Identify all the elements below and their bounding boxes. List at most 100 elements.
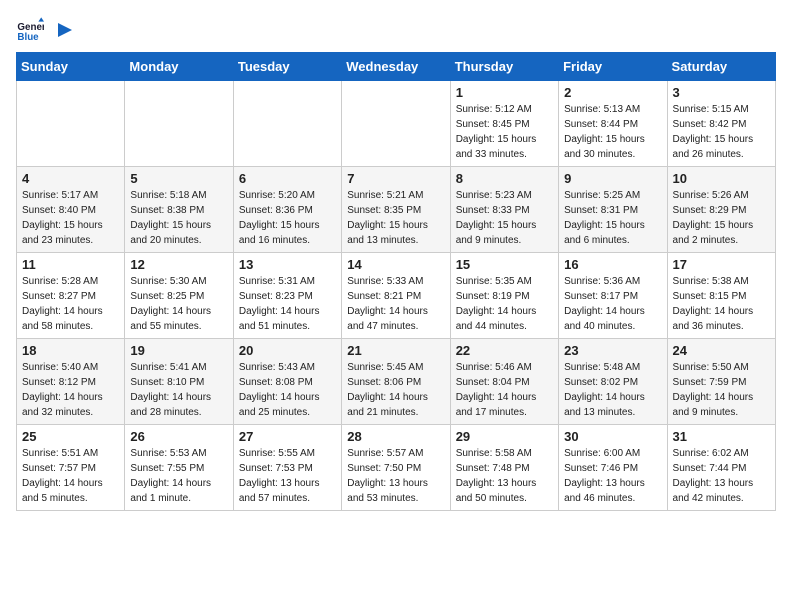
calendar-week-row: 18Sunrise: 5:40 AM Sunset: 8:12 PM Dayli…: [17, 339, 776, 425]
calendar-cell: 30 Sunrise: 6:00 AM Sunset: 7:46 PM Dayli…: [559, 425, 667, 511]
calendar-cell: 4 Sunrise: 5:17 AM Sunset: 8:40 PM Daylig…: [17, 167, 125, 253]
day-number: 9: [564, 171, 661, 186]
calendar-table: SundayMondayTuesdayWednesdayThursdayFrid…: [16, 52, 776, 511]
weekday-header: Monday: [125, 53, 233, 81]
day-number: 27: [239, 429, 336, 444]
day-info: Sunrise: 5:28 AM Sunset: 8:27 PM Dayligh…: [22, 274, 119, 334]
day-info: Sunrise: 5:46 AM Sunset: 8:04 PM Dayligh…: [456, 360, 553, 420]
calendar-week-row: 25 Sunrise: 5:51 AM Sunset: 7:57 PM Dayli…: [17, 425, 776, 511]
day-number: 2: [564, 85, 661, 100]
day-info: Sunrise: 5:30 AM Sunset: 8:25 PM Dayligh…: [130, 274, 227, 334]
day-number: 31: [673, 429, 770, 444]
day-number: 30: [564, 429, 661, 444]
day-info: Sunrise: 5:23 AM Sunset: 8:33 PM Dayligh…: [456, 188, 553, 248]
calendar-cell: 9 Sunrise: 5:25 AM Sunset: 8:31 PM Daylig…: [559, 167, 667, 253]
calendar-week-row: 11 Sunrise: 5:28 AM Sunset: 8:27 PM Dayli…: [17, 253, 776, 339]
weekday-header: Thursday: [450, 53, 558, 81]
day-info: Sunrise: 5:38 AM Sunset: 8:15 PM Dayligh…: [673, 274, 770, 334]
calendar-header-row: SundayMondayTuesdayWednesdayThursdayFrid…: [17, 53, 776, 81]
calendar-cell: 11 Sunrise: 5:28 AM Sunset: 8:27 PM Dayli…: [17, 253, 125, 339]
day-info: Sunrise: 5:12 AM Sunset: 8:45 PM Dayligh…: [456, 102, 553, 162]
day-info: Sunrise: 5:48 AM Sunset: 8:02 PM Dayligh…: [564, 360, 661, 420]
day-number: 3: [673, 85, 770, 100]
day-info: Sunrise: 5:17 AM Sunset: 8:40 PM Dayligh…: [22, 188, 119, 248]
day-number: 26: [130, 429, 227, 444]
calendar-cell: 26 Sunrise: 5:53 AM Sunset: 7:55 PM Dayli…: [125, 425, 233, 511]
logo-icon: General Blue: [16, 16, 44, 44]
day-info: Sunrise: 5:53 AM Sunset: 7:55 PM Dayligh…: [130, 446, 227, 506]
day-info: Sunrise: 5:33 AM Sunset: 8:21 PM Dayligh…: [347, 274, 444, 334]
calendar-cell: 17 Sunrise: 5:38 AM Sunset: 8:15 PM Dayli…: [667, 253, 775, 339]
calendar-week-row: 1 Sunrise: 5:12 AM Sunset: 8:45 PM Daylig…: [17, 81, 776, 167]
calendar-cell: 2 Sunrise: 5:13 AM Sunset: 8:44 PM Daylig…: [559, 81, 667, 167]
day-info: Sunrise: 5:35 AM Sunset: 8:19 PM Dayligh…: [456, 274, 553, 334]
day-info: Sunrise: 5:25 AM Sunset: 8:31 PM Dayligh…: [564, 188, 661, 248]
calendar-cell: 23 Sunrise: 5:48 AM Sunset: 8:02 PM Dayli…: [559, 339, 667, 425]
calendar-cell: 19 Sunrise: 5:41 AM Sunset: 8:10 PM Dayli…: [125, 339, 233, 425]
calendar-cell: 1 Sunrise: 5:12 AM Sunset: 8:45 PM Daylig…: [450, 81, 558, 167]
day-info: Sunrise: 5:43 AM Sunset: 8:08 PM Dayligh…: [239, 360, 336, 420]
calendar-cell: 18Sunrise: 5:40 AM Sunset: 8:12 PM Dayli…: [17, 339, 125, 425]
day-number: 12: [130, 257, 227, 272]
day-number: 20: [239, 343, 336, 358]
day-info: Sunrise: 5:13 AM Sunset: 8:44 PM Dayligh…: [564, 102, 661, 162]
day-info: Sunrise: 5:51 AM Sunset: 7:57 PM Dayligh…: [22, 446, 119, 506]
calendar-cell: 25 Sunrise: 5:51 AM Sunset: 7:57 PM Dayli…: [17, 425, 125, 511]
day-info: Sunrise: 6:00 AM Sunset: 7:46 PM Dayligh…: [564, 446, 661, 506]
day-info: Sunrise: 5:18 AM Sunset: 8:38 PM Dayligh…: [130, 188, 227, 248]
calendar-cell: 7Sunrise: 5:21 AM Sunset: 8:35 PM Daylig…: [342, 167, 450, 253]
calendar-cell: 20 Sunrise: 5:43 AM Sunset: 8:08 PM Dayli…: [233, 339, 341, 425]
day-number: 4: [22, 171, 119, 186]
calendar-cell: 10 Sunrise: 5:26 AM Sunset: 8:29 PM Dayli…: [667, 167, 775, 253]
weekday-header: Wednesday: [342, 53, 450, 81]
day-number: 29: [456, 429, 553, 444]
day-number: 6: [239, 171, 336, 186]
calendar-cell: [125, 81, 233, 167]
day-number: 16: [564, 257, 661, 272]
day-info: Sunrise: 5:58 AM Sunset: 7:48 PM Dayligh…: [456, 446, 553, 506]
calendar-cell: 15 Sunrise: 5:35 AM Sunset: 8:19 PM Dayli…: [450, 253, 558, 339]
weekday-header: Friday: [559, 53, 667, 81]
day-info: Sunrise: 5:57 AM Sunset: 7:50 PM Dayligh…: [347, 446, 444, 506]
day-number: 8: [456, 171, 553, 186]
calendar-cell: [233, 81, 341, 167]
day-number: 14: [347, 257, 444, 272]
weekday-header: Sunday: [17, 53, 125, 81]
day-number: 17: [673, 257, 770, 272]
day-info: Sunrise: 5:20 AM Sunset: 8:36 PM Dayligh…: [239, 188, 336, 248]
day-number: 11: [22, 257, 119, 272]
calendar-cell: 13Sunrise: 5:31 AM Sunset: 8:23 PM Dayli…: [233, 253, 341, 339]
calendar-cell: 12 Sunrise: 5:30 AM Sunset: 8:25 PM Dayli…: [125, 253, 233, 339]
calendar-week-row: 4 Sunrise: 5:17 AM Sunset: 8:40 PM Daylig…: [17, 167, 776, 253]
day-info: Sunrise: 5:26 AM Sunset: 8:29 PM Dayligh…: [673, 188, 770, 248]
day-number: 7: [347, 171, 444, 186]
day-info: Sunrise: 5:15 AM Sunset: 8:42 PM Dayligh…: [673, 102, 770, 162]
weekday-header: Tuesday: [233, 53, 341, 81]
day-info: Sunrise: 5:55 AM Sunset: 7:53 PM Dayligh…: [239, 446, 336, 506]
logo: General Blue: [16, 16, 74, 44]
day-info: Sunrise: 5:31 AM Sunset: 8:23 PM Dayligh…: [239, 274, 336, 334]
day-number: 23: [564, 343, 661, 358]
day-number: 28: [347, 429, 444, 444]
calendar-cell: [342, 81, 450, 167]
day-number: 1: [456, 85, 553, 100]
day-info: Sunrise: 5:45 AM Sunset: 8:06 PM Dayligh…: [347, 360, 444, 420]
calendar-cell: 24 Sunrise: 5:50 AM Sunset: 7:59 PM Dayli…: [667, 339, 775, 425]
page-header: General Blue: [16, 16, 776, 44]
day-number: 19: [130, 343, 227, 358]
day-number: 10: [673, 171, 770, 186]
calendar-cell: [17, 81, 125, 167]
calendar-cell: 3 Sunrise: 5:15 AM Sunset: 8:42 PM Daylig…: [667, 81, 775, 167]
calendar-cell: 5 Sunrise: 5:18 AM Sunset: 8:38 PM Daylig…: [125, 167, 233, 253]
calendar-cell: 16Sunrise: 5:36 AM Sunset: 8:17 PM Dayli…: [559, 253, 667, 339]
day-number: 25: [22, 429, 119, 444]
day-number: 5: [130, 171, 227, 186]
day-number: 21: [347, 343, 444, 358]
day-number: 15: [456, 257, 553, 272]
svg-text:Blue: Blue: [17, 32, 39, 43]
day-number: 24: [673, 343, 770, 358]
calendar-cell: 14 Sunrise: 5:33 AM Sunset: 8:21 PM Dayli…: [342, 253, 450, 339]
logo-arrow-icon: [52, 19, 74, 41]
day-info: Sunrise: 5:50 AM Sunset: 7:59 PM Dayligh…: [673, 360, 770, 420]
day-info: Sunrise: 5:41 AM Sunset: 8:10 PM Dayligh…: [130, 360, 227, 420]
